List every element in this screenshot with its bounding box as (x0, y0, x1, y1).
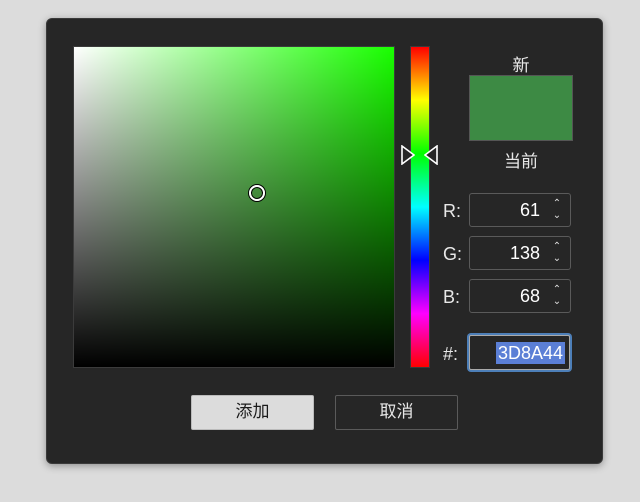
color-preview-swatch (469, 75, 573, 141)
new-color-label: 新 (512, 56, 530, 76)
color-picker-dialog: 新 当前 R: 61 ⌃ ⌄ G: 138 ⌃ ⌄ B: 68 ⌃ ⌄ #: 3D8A… (46, 18, 603, 464)
green-stepper-icon[interactable]: ⌃ ⌄ (550, 241, 564, 265)
red-stepper-icon[interactable]: ⌃ ⌄ (550, 198, 564, 222)
add-button[interactable]: 添加 (191, 395, 314, 430)
red-spinner[interactable]: 61 ⌃ ⌄ (469, 193, 571, 227)
green-spinner[interactable]: 138 ⌃ ⌄ (469, 236, 571, 270)
blue-label: B: (443, 287, 461, 307)
color-cursor[interactable] (249, 185, 265, 201)
cancel-button[interactable]: 取消 (335, 395, 458, 430)
current-color-label: 当前 (504, 152, 538, 172)
blue-value[interactable]: 68 (520, 286, 540, 307)
red-label: R: (443, 201, 461, 221)
hue-slider[interactable] (410, 46, 430, 368)
hex-input[interactable]: 3D8A44 (469, 335, 570, 370)
blue-stepper-icon[interactable]: ⌃ ⌄ (550, 284, 564, 308)
blue-spinner[interactable]: 68 ⌃ ⌄ (469, 279, 571, 313)
hex-label: #: (443, 344, 459, 364)
green-value[interactable]: 138 (510, 243, 540, 264)
saturation-value-field[interactable] (73, 46, 395, 368)
hex-value[interactable]: 3D8A44 (495, 342, 565, 364)
green-label: G: (443, 244, 463, 264)
red-value[interactable]: 61 (520, 200, 540, 221)
